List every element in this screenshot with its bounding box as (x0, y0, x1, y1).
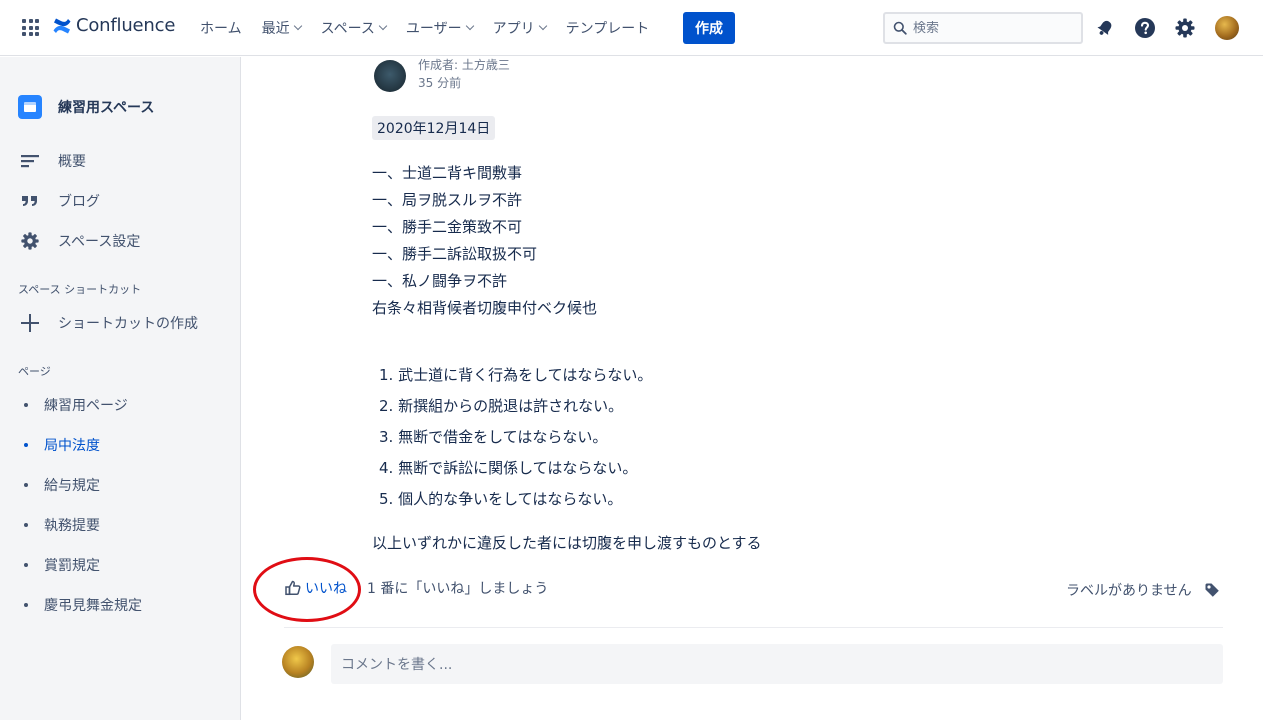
date-lozenge: 2020年12月14日 (372, 116, 496, 140)
pages-heading: ページ (18, 365, 51, 378)
space-sidebar: 練習用スペース 概要 ブログ スペース設定 スペース ショートカット ショートカ… (0, 57, 241, 720)
search-icon (893, 21, 907, 35)
body-line: 一、私ノ闘争ヲ不許 (372, 272, 508, 290)
closing-paragraph: 以上いずれかに違反した者には切腹を申し渡すものとする (372, 534, 762, 552)
list-item: 4. 無断で訴訟に関係してはならない。 (379, 459, 638, 477)
space-name: 練習用スペース (58, 100, 155, 116)
help-icon[interactable] (1134, 17, 1156, 39)
confluence-logo[interactable]: Confluence (52, 15, 175, 36)
bullet (24, 443, 28, 447)
main-nav: ホーム 最近 スペース ユーザー アプリ テンプレート (190, 0, 659, 56)
chevron-down-icon (293, 21, 302, 31)
search-box[interactable] (883, 12, 1083, 44)
app-name: Confluence (76, 15, 176, 36)
create-button[interactable]: 作成 (683, 12, 735, 44)
confluence-logo-icon (53, 18, 71, 33)
nav-apps[interactable]: アプリ (483, 18, 556, 38)
page-tree-item-active[interactable]: 局中法度 (24, 435, 100, 455)
top-navigation-bar: Confluence ホーム 最近 スペース ユーザー アプリ テンプレート 作… (0, 0, 1263, 56)
page-tree-item-label: 慶弔見舞金規定 (44, 598, 142, 614)
app-switcher-icon[interactable] (22, 19, 39, 36)
page-tree-item-label: 局中法度 (44, 438, 100, 454)
add-shortcut-button[interactable]: ショートカットの作成 (20, 313, 198, 333)
list-item: 2. 新撰組からの脱退は許されない。 (379, 397, 624, 415)
page-tree-item-label: 練習用ページ (44, 398, 128, 414)
nav-templates-label: テンプレート (565, 21, 650, 37)
nav-spaces[interactable]: スペース (311, 18, 396, 38)
space-icon (18, 95, 42, 119)
body-line: 一、士道二背キ間敷事 (372, 164, 523, 182)
space-header[interactable]: 練習用スペース (18, 95, 154, 119)
sidebar-item-label: ブログ (58, 194, 100, 210)
page-tree-item-label: 給与規定 (44, 478, 100, 494)
chevron-down-icon (465, 21, 474, 31)
body-line: 一、勝手二金策致不可 (372, 218, 523, 236)
list-item: 1. 武士道に背く行為をしてはならない。 (379, 366, 653, 384)
nav-home-label: ホーム (200, 21, 242, 37)
nav-users[interactable]: ユーザー (396, 18, 483, 38)
nav-spaces-label: スペース (320, 21, 375, 37)
settings-gear-icon[interactable] (1174, 17, 1196, 39)
gear-icon (21, 232, 39, 250)
nav-home[interactable]: ホーム (190, 18, 252, 38)
body-line: 一、局ヲ脱スルヲ不許 (372, 191, 523, 209)
page-tree-item[interactable]: 執務提要 (24, 515, 100, 535)
notifications-bell-icon[interactable] (1094, 17, 1116, 39)
thumbs-up-icon (285, 580, 301, 596)
like-hint: 1 番に「いいね」しましょう (367, 581, 549, 597)
quote-icon (22, 196, 37, 206)
sidebar-item-blog[interactable]: ブログ (20, 191, 100, 211)
search-input[interactable] (913, 20, 1063, 36)
comment-input[interactable]: コメントを書く... (331, 644, 1223, 684)
plus-icon (21, 314, 39, 332)
divider (284, 627, 1223, 628)
page-tree-item[interactable]: 給与規定 (24, 475, 100, 495)
like-button[interactable]: いいね (284, 578, 347, 598)
sidebar-item-overview[interactable]: 概要 (20, 151, 86, 171)
ordered-list: 1. 武士道に背く行為をしてはならない。 2. 新撰組からの脱退は許されない。 … (379, 361, 652, 516)
page-tree-item[interactable]: 慶弔見舞金規定 (24, 595, 142, 615)
chevron-down-icon (538, 21, 547, 31)
page-tree-item-label: 賞罰規定 (44, 558, 100, 574)
bullet (24, 603, 28, 607)
add-shortcut-label: ショートカットの作成 (58, 316, 198, 332)
bullet (24, 483, 28, 487)
page-tree-item-label: 執務提要 (44, 518, 100, 534)
body-line: 一、勝手二訴訟取扱不可 (372, 245, 538, 263)
sidebar-item-label: 概要 (58, 154, 86, 170)
tag-icon[interactable] (1204, 582, 1220, 598)
list-item: 5. 個人的な争いをしてはならない。 (379, 490, 623, 508)
bullet (24, 523, 28, 527)
shortcuts-heading: スペース ショートカット (18, 283, 142, 296)
list-item: 3. 無断で借金をしてはならない。 (379, 428, 608, 446)
bullet (24, 563, 28, 567)
nav-recent-label: 最近 (261, 21, 290, 37)
nav-apps-label: アプリ (492, 21, 535, 37)
sidebar-item-space-settings[interactable]: スペース設定 (20, 231, 140, 251)
nav-recent[interactable]: 最近 (252, 18, 311, 38)
labels-area: ラベルがありません (1066, 580, 1220, 600)
commenter-avatar (282, 646, 314, 678)
nav-templates[interactable]: テンプレート (556, 18, 660, 38)
body-line: 右条々相背候者切腹申付ベク候也 (372, 299, 598, 317)
page-tree-item[interactable]: 賞罰規定 (24, 555, 100, 575)
no-labels-text: ラベルがありません (1066, 583, 1192, 599)
chevron-down-icon (378, 21, 388, 31)
user-avatar[interactable] (1215, 16, 1239, 40)
like-row: いいね 1 番に「いいね」しましょう (284, 578, 548, 598)
author-name: 作成者: 土方歳三 (418, 58, 510, 72)
page-tree-item[interactable]: 練習用ページ (24, 395, 128, 415)
sidebar-item-label: スペース設定 (58, 234, 141, 250)
page-timestamp: 35 分前 (418, 76, 462, 90)
overview-icon (21, 155, 39, 168)
author-avatar[interactable] (374, 60, 406, 92)
bullet (24, 403, 28, 407)
nav-users-label: ユーザー (405, 21, 462, 37)
page-body: 一、士道二背キ間敷事 一、局ヲ脱スルヲ不許 一、勝手二金策致不可 一、勝手二訴訟… (372, 160, 597, 322)
like-label: いいね (305, 581, 347, 597)
